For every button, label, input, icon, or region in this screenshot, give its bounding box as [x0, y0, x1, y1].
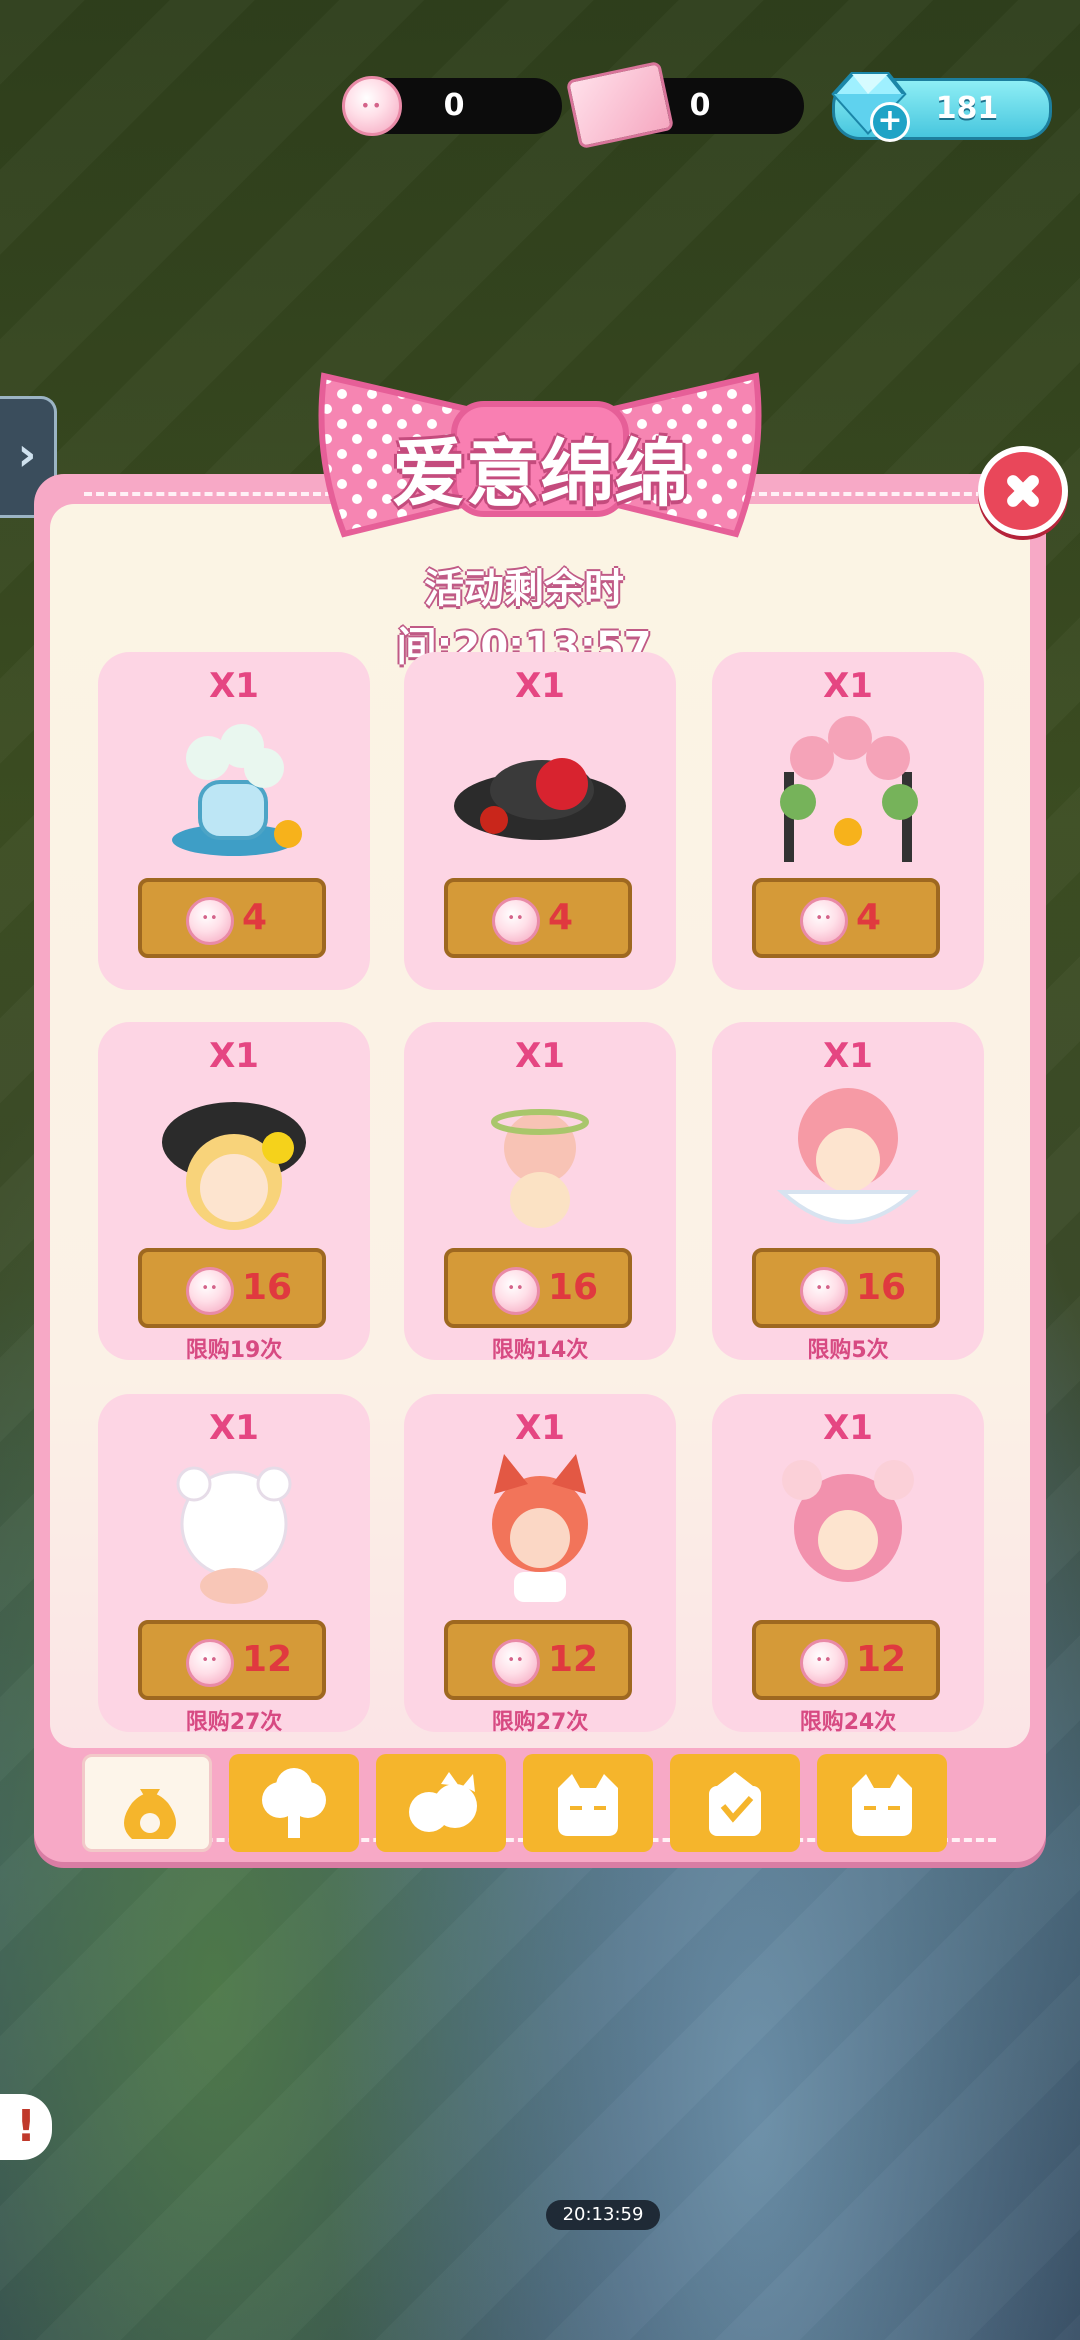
love-coin-icon [492, 1267, 540, 1315]
item-quantity: X1 [823, 1408, 873, 1448]
buy-button[interactable]: 4 [752, 878, 940, 958]
item-card[interactable]: X1 4 [98, 652, 370, 990]
close-button[interactable] [978, 446, 1068, 536]
teacup-girl-character [776, 1088, 920, 1224]
twin-pets-icon [409, 1772, 477, 1832]
rose-arch-item [780, 716, 918, 862]
purchase-limit: 限购14次 [491, 1338, 589, 1363]
item-price: 12 [548, 1639, 599, 1680]
buy-button[interactable]: 4 [138, 878, 326, 958]
item-quantity: X1 [515, 1408, 565, 1448]
gem-count: 181 [935, 91, 999, 126]
buy-button[interactable]: 12 [444, 1620, 632, 1700]
item-price: 16 [856, 1267, 907, 1308]
white-bear-character [176, 1466, 292, 1604]
item-price: 12 [242, 1639, 293, 1680]
item-price: 16 [548, 1267, 599, 1308]
purchase-limit: 限购19次 [185, 1338, 283, 1363]
tab-cat-face[interactable] [523, 1754, 653, 1852]
coin-count: 0 [443, 88, 465, 123]
item-card[interactable]: X1 4 [404, 652, 676, 990]
item-card[interactable]: X1 12 限购24次 [712, 1394, 984, 1735]
buy-button[interactable]: 16 [444, 1248, 632, 1328]
item-price: 4 [856, 897, 882, 938]
item-quantity: X1 [515, 666, 565, 706]
purchase-limit: 限购27次 [185, 1710, 283, 1735]
item-price: 12 [856, 1639, 907, 1680]
item-price: 16 [242, 1267, 293, 1308]
item-card[interactable]: X1 12 限购27次 [98, 1394, 370, 1735]
item-quantity: X1 [209, 666, 259, 706]
cat-face-icon [558, 1774, 618, 1836]
heart-box-icon [709, 1772, 761, 1836]
love-coin-icon [186, 1639, 234, 1687]
rose-hat-item [454, 758, 626, 840]
purchase-limit: 限购27次 [491, 1710, 589, 1735]
item-card[interactable]: X1 12 限购27次 [404, 1394, 676, 1735]
buy-button[interactable]: 4 [444, 878, 632, 958]
item-card[interactable]: X1 16 限购19次 [98, 1022, 370, 1363]
love-coin-icon [800, 897, 848, 945]
purchase-limit: 限购5次 [807, 1338, 889, 1363]
alert-badge[interactable]: ! [0, 2094, 52, 2160]
love-coin-icon [492, 897, 540, 945]
tab-heart-box[interactable] [670, 1754, 800, 1852]
add-gem-button[interactable]: + [870, 102, 910, 142]
flower-fairy-character [491, 1109, 589, 1228]
tab-cat-face[interactable] [817, 1754, 947, 1852]
item-price: 4 [242, 897, 268, 938]
buy-button[interactable]: 16 [138, 1248, 326, 1328]
love-coin-icon [186, 1267, 234, 1315]
buy-button[interactable]: 12 [138, 1620, 326, 1700]
item-card[interactable]: X1 16 限购5次 [712, 1022, 984, 1363]
item-quantity: X1 [209, 1408, 259, 1448]
love-coin-icon [800, 1639, 848, 1687]
item-quantity: X1 [209, 1036, 259, 1076]
item-quantity: X1 [823, 666, 873, 706]
fox-character [492, 1454, 588, 1602]
item-card[interactable]: X1 16 限购14次 [404, 1022, 676, 1363]
pink-hair-bear-character [782, 1460, 914, 1582]
item-card[interactable]: X1 4 [712, 652, 984, 990]
tab-twin-pets[interactable] [376, 1754, 506, 1852]
panel-title: 爱意绵绵 [392, 431, 688, 517]
love-coin-icon [342, 76, 402, 136]
love-coin-icon [800, 1267, 848, 1315]
world-timer: 20:13:59 [546, 2200, 660, 2230]
item-quantity: X1 [823, 1036, 873, 1076]
cat-face-icon [852, 1774, 912, 1836]
love-coin-icon [186, 897, 234, 945]
item-price: 4 [548, 897, 574, 938]
purchase-limit: 限购24次 [799, 1710, 897, 1735]
bag-icon [124, 1789, 176, 1839]
cap-girl-character [162, 1102, 306, 1230]
buy-button[interactable]: 12 [752, 1620, 940, 1700]
item-quantity: X1 [515, 1036, 565, 1076]
tree-icon [262, 1768, 326, 1838]
tab-tree[interactable] [229, 1754, 359, 1852]
vase-flowers-item [172, 724, 302, 856]
tab-bag[interactable] [82, 1754, 212, 1852]
love-coin-icon [492, 1639, 540, 1687]
buy-button[interactable]: 16 [752, 1248, 940, 1328]
